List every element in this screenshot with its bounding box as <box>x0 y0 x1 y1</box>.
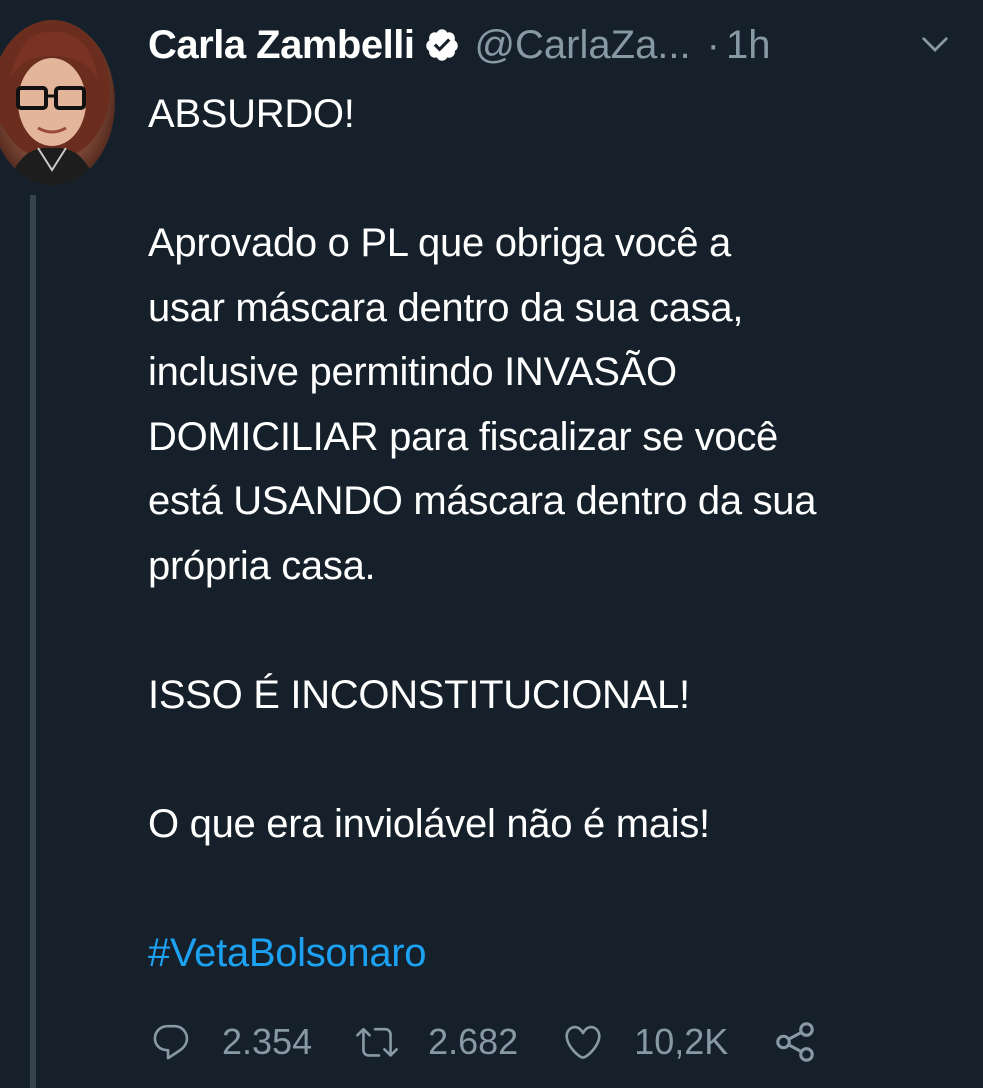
like-count: 10,2K <box>634 1021 729 1062</box>
handle[interactable]: @CarlaZa... <box>474 23 690 68</box>
share-icon <box>776 1022 815 1062</box>
avatar[interactable] <box>0 20 115 185</box>
tweet-header: Carla Zambelli @CarlaZa... · 1h <box>148 18 978 72</box>
tweet-line: Aprovado o PL que obriga você a usar más… <box>148 221 817 588</box>
time-separator: · <box>706 22 720 67</box>
retweet-icon <box>356 1027 399 1057</box>
tweet-text: ABSURDO! Aprovado o PL que obriga você a… <box>148 82 978 985</box>
tweet-line: ISSO É INCONSTITUCIONAL! <box>148 672 690 717</box>
share-button[interactable] <box>772 1019 818 1065</box>
action-bar: 2.354 2.682 10,2K <box>150 1012 862 1072</box>
hashtag-link[interactable]: #VetaBolsonaro <box>148 921 978 986</box>
reply-button[interactable]: 2.354 <box>150 1021 312 1063</box>
like-button[interactable]: 10,2K <box>562 1021 728 1063</box>
thread-line <box>30 195 36 1088</box>
reply-icon <box>153 1024 189 1060</box>
chevron-down-icon[interactable] <box>920 30 950 60</box>
retweet-count: 2.682 <box>428 1021 519 1062</box>
tweet-line: ABSURDO! <box>148 92 355 136</box>
tweet[interactable]: Carla Zambelli @CarlaZa... · 1h ABSURDO!… <box>0 0 983 1088</box>
verified-icon <box>426 29 459 61</box>
timestamp[interactable]: 1h <box>726 23 771 68</box>
tweet-line: O que era inviolável não é mais! <box>148 801 710 846</box>
avatar-image <box>0 20 110 185</box>
like-icon <box>565 1025 601 1059</box>
reply-count: 2.354 <box>222 1021 313 1062</box>
display-name[interactable]: Carla Zambelli <box>148 23 415 68</box>
retweet-button[interactable]: 2.682 <box>356 1021 518 1063</box>
